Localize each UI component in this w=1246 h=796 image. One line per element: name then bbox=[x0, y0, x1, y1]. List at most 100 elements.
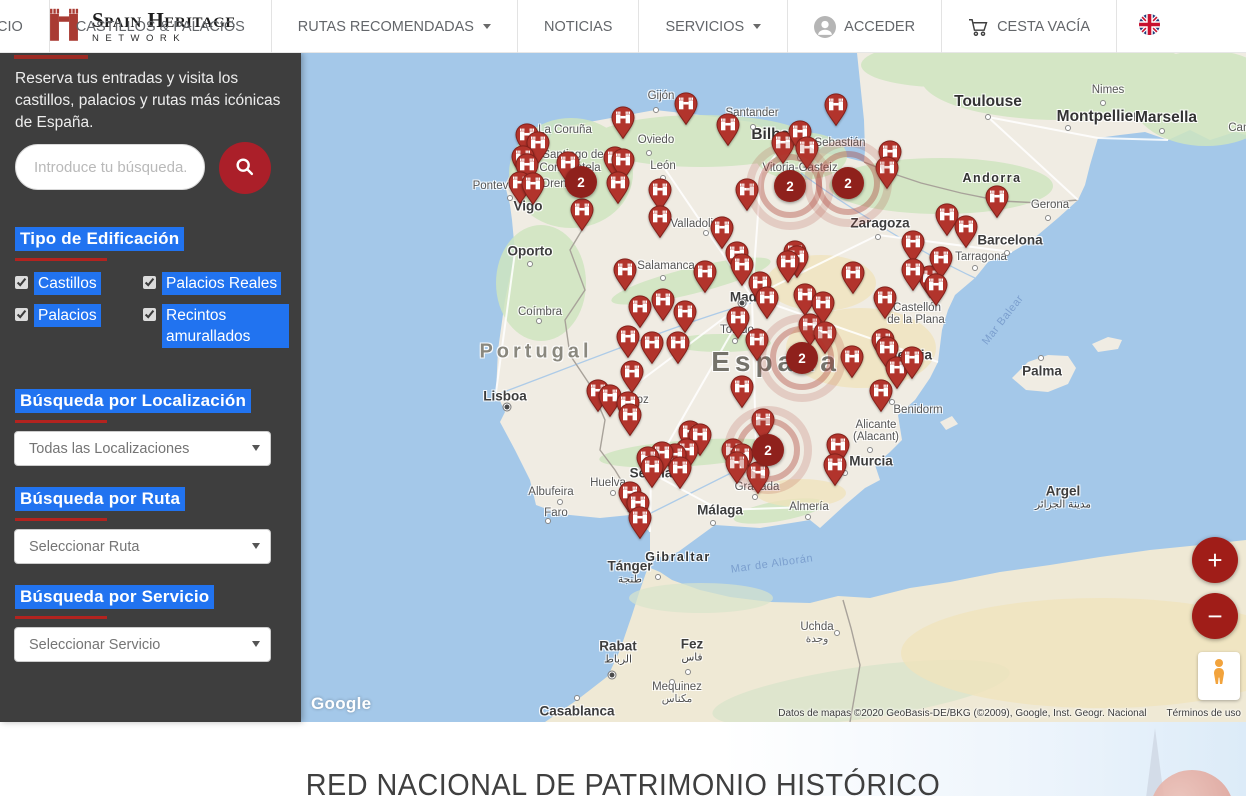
map-label: Gibraltar bbox=[645, 550, 711, 564]
nav-item-rutas-recomendadas[interactable]: RUTAS RECOMENDADAS bbox=[270, 0, 517, 53]
town-dot bbox=[1038, 355, 1044, 361]
nav-item-inicio[interactable]: INICIO bbox=[0, 0, 49, 53]
map-label: Marsella bbox=[1134, 109, 1198, 126]
town-dot bbox=[1100, 100, 1106, 106]
nav-item-cesta[interactable]: CESTA VACÍA bbox=[941, 0, 1116, 53]
language-switch-english[interactable] bbox=[1116, 0, 1182, 53]
castle-marker[interactable] bbox=[776, 250, 800, 283]
palacios-reales-checkbox[interactable] bbox=[143, 276, 156, 289]
pegman-control[interactable] bbox=[1198, 652, 1240, 700]
castle-marker[interactable] bbox=[668, 456, 692, 489]
castillos-checkbox[interactable] bbox=[15, 276, 28, 289]
castle-marker[interactable] bbox=[613, 258, 637, 291]
castle-marker[interactable] bbox=[606, 171, 630, 204]
castle-marker[interactable] bbox=[666, 331, 690, 364]
town-dot bbox=[669, 679, 675, 685]
filter-palacios[interactable]: Palacios bbox=[15, 304, 135, 327]
ruta-select[interactable]: Seleccionar Ruta bbox=[14, 529, 271, 564]
castle-marker[interactable] bbox=[716, 113, 740, 146]
castle-marker[interactable] bbox=[755, 286, 779, 319]
castle-marker[interactable] bbox=[618, 403, 642, 436]
castle-marker[interactable] bbox=[924, 273, 948, 306]
zoom-out-button[interactable]: − bbox=[1192, 593, 1238, 639]
palacios-checkbox[interactable] bbox=[15, 308, 28, 321]
section-divider bbox=[15, 420, 107, 423]
localizacion-select[interactable]: Todas las Localizaciones bbox=[14, 431, 271, 466]
marker-cluster[interactable]: 2 bbox=[565, 166, 597, 198]
castle-marker[interactable] bbox=[693, 260, 717, 293]
google-logo[interactable]: Google bbox=[311, 694, 371, 714]
castle-marker[interactable] bbox=[869, 379, 893, 412]
town-dot bbox=[655, 574, 661, 580]
castle-marker[interactable] bbox=[651, 288, 675, 321]
search-input[interactable] bbox=[15, 144, 205, 190]
castle-marker[interactable] bbox=[900, 346, 924, 379]
marker-cluster[interactable]: 2 bbox=[774, 170, 806, 202]
castle-marker[interactable] bbox=[824, 93, 848, 126]
map-label: Lisboa bbox=[483, 388, 527, 404]
localizacion-select-wrap: Todas las Localizaciones bbox=[14, 431, 271, 466]
town-dot bbox=[610, 490, 616, 496]
castle-marker[interactable] bbox=[620, 360, 644, 393]
capital-dot bbox=[503, 403, 511, 411]
map-label: Mequinez مكناس bbox=[652, 681, 702, 705]
castle-marker[interactable] bbox=[640, 455, 664, 488]
map-label: Tarragona bbox=[955, 251, 1007, 263]
castle-marker[interactable] bbox=[673, 300, 697, 333]
marker-cluster[interactable]: 2 bbox=[832, 167, 864, 199]
search-button[interactable] bbox=[219, 142, 271, 194]
map-label: Coímbra bbox=[517, 306, 563, 318]
map-label: Oviedo bbox=[637, 134, 675, 146]
zoom-in-button[interactable]: + bbox=[1192, 537, 1238, 583]
castle-marker[interactable] bbox=[823, 453, 847, 486]
recintos-amurallados-checkbox[interactable] bbox=[143, 308, 156, 321]
castle-marker[interactable] bbox=[985, 185, 1009, 218]
town-dot bbox=[660, 275, 666, 281]
filter-recintos-amurallados[interactable]: Recintos amurallados bbox=[143, 304, 289, 348]
castle-marker[interactable] bbox=[628, 295, 652, 328]
terms-link[interactable]: Términos de uso bbox=[1167, 708, 1241, 719]
map-label: Palma bbox=[1022, 363, 1062, 379]
nav-item-castillos-palacios[interactable]: CASTILLOS & PALACIOS bbox=[48, 0, 271, 53]
chevron-down-icon bbox=[753, 24, 762, 29]
pegman-icon bbox=[1207, 657, 1231, 696]
castle-marker[interactable] bbox=[570, 198, 594, 231]
castle-marker[interactable] bbox=[628, 506, 652, 539]
town-dot bbox=[1045, 215, 1051, 221]
uk-flag-icon bbox=[1139, 14, 1160, 39]
map-label: Portugal bbox=[479, 340, 593, 363]
map-label: Murcia bbox=[849, 453, 893, 469]
town-dot bbox=[536, 318, 542, 324]
nav-item-acceder[interactable]: ACCEDER bbox=[787, 0, 941, 53]
castle-marker[interactable] bbox=[648, 205, 672, 238]
section-divider bbox=[15, 258, 107, 261]
castle-marker[interactable] bbox=[521, 172, 545, 205]
nav-item-servicios[interactable]: SERVICIOS bbox=[638, 0, 787, 53]
town-dot bbox=[972, 265, 978, 271]
castle-marker[interactable] bbox=[901, 258, 925, 291]
marker-cluster[interactable]: 2 bbox=[752, 434, 784, 466]
castle-marker[interactable] bbox=[674, 92, 698, 125]
map-label: Fez فاس bbox=[680, 636, 704, 664]
map-label: Andorra bbox=[962, 171, 1022, 185]
filter-castillos[interactable]: Castillos bbox=[15, 272, 135, 295]
castle-marker[interactable] bbox=[873, 286, 897, 319]
castle-marker[interactable] bbox=[611, 106, 635, 139]
search-filters-sidebar: Reserva tus entradas y visita los castil… bbox=[0, 53, 301, 722]
filter-palacios-reales[interactable]: Palacios Reales bbox=[143, 272, 289, 295]
marker-cluster[interactable]: 2 bbox=[786, 342, 818, 374]
castle-marker[interactable] bbox=[616, 325, 640, 358]
castle-marker[interactable] bbox=[841, 261, 865, 294]
servicio-select[interactable]: Seleccionar Servicio bbox=[14, 627, 271, 662]
castle-marker[interactable] bbox=[730, 375, 754, 408]
google-map-canvas[interactable]: La CoruñaGijónSantanderBilbaoSebastiánVi… bbox=[301, 53, 1246, 722]
top-navigation-bar: Spain Heritage NETWORK INICIO CASTILLOS … bbox=[0, 0, 1246, 53]
section-divider bbox=[15, 616, 107, 619]
map-label: León bbox=[650, 160, 676, 172]
town-dot bbox=[574, 695, 580, 701]
nav-item-noticias[interactable]: NOTICIAS bbox=[516, 0, 638, 53]
map-label: Rabat الرباط bbox=[599, 638, 637, 666]
castle-marker[interactable] bbox=[954, 215, 978, 248]
map-label: Gerona bbox=[1030, 199, 1070, 211]
town-dot bbox=[1065, 125, 1071, 131]
